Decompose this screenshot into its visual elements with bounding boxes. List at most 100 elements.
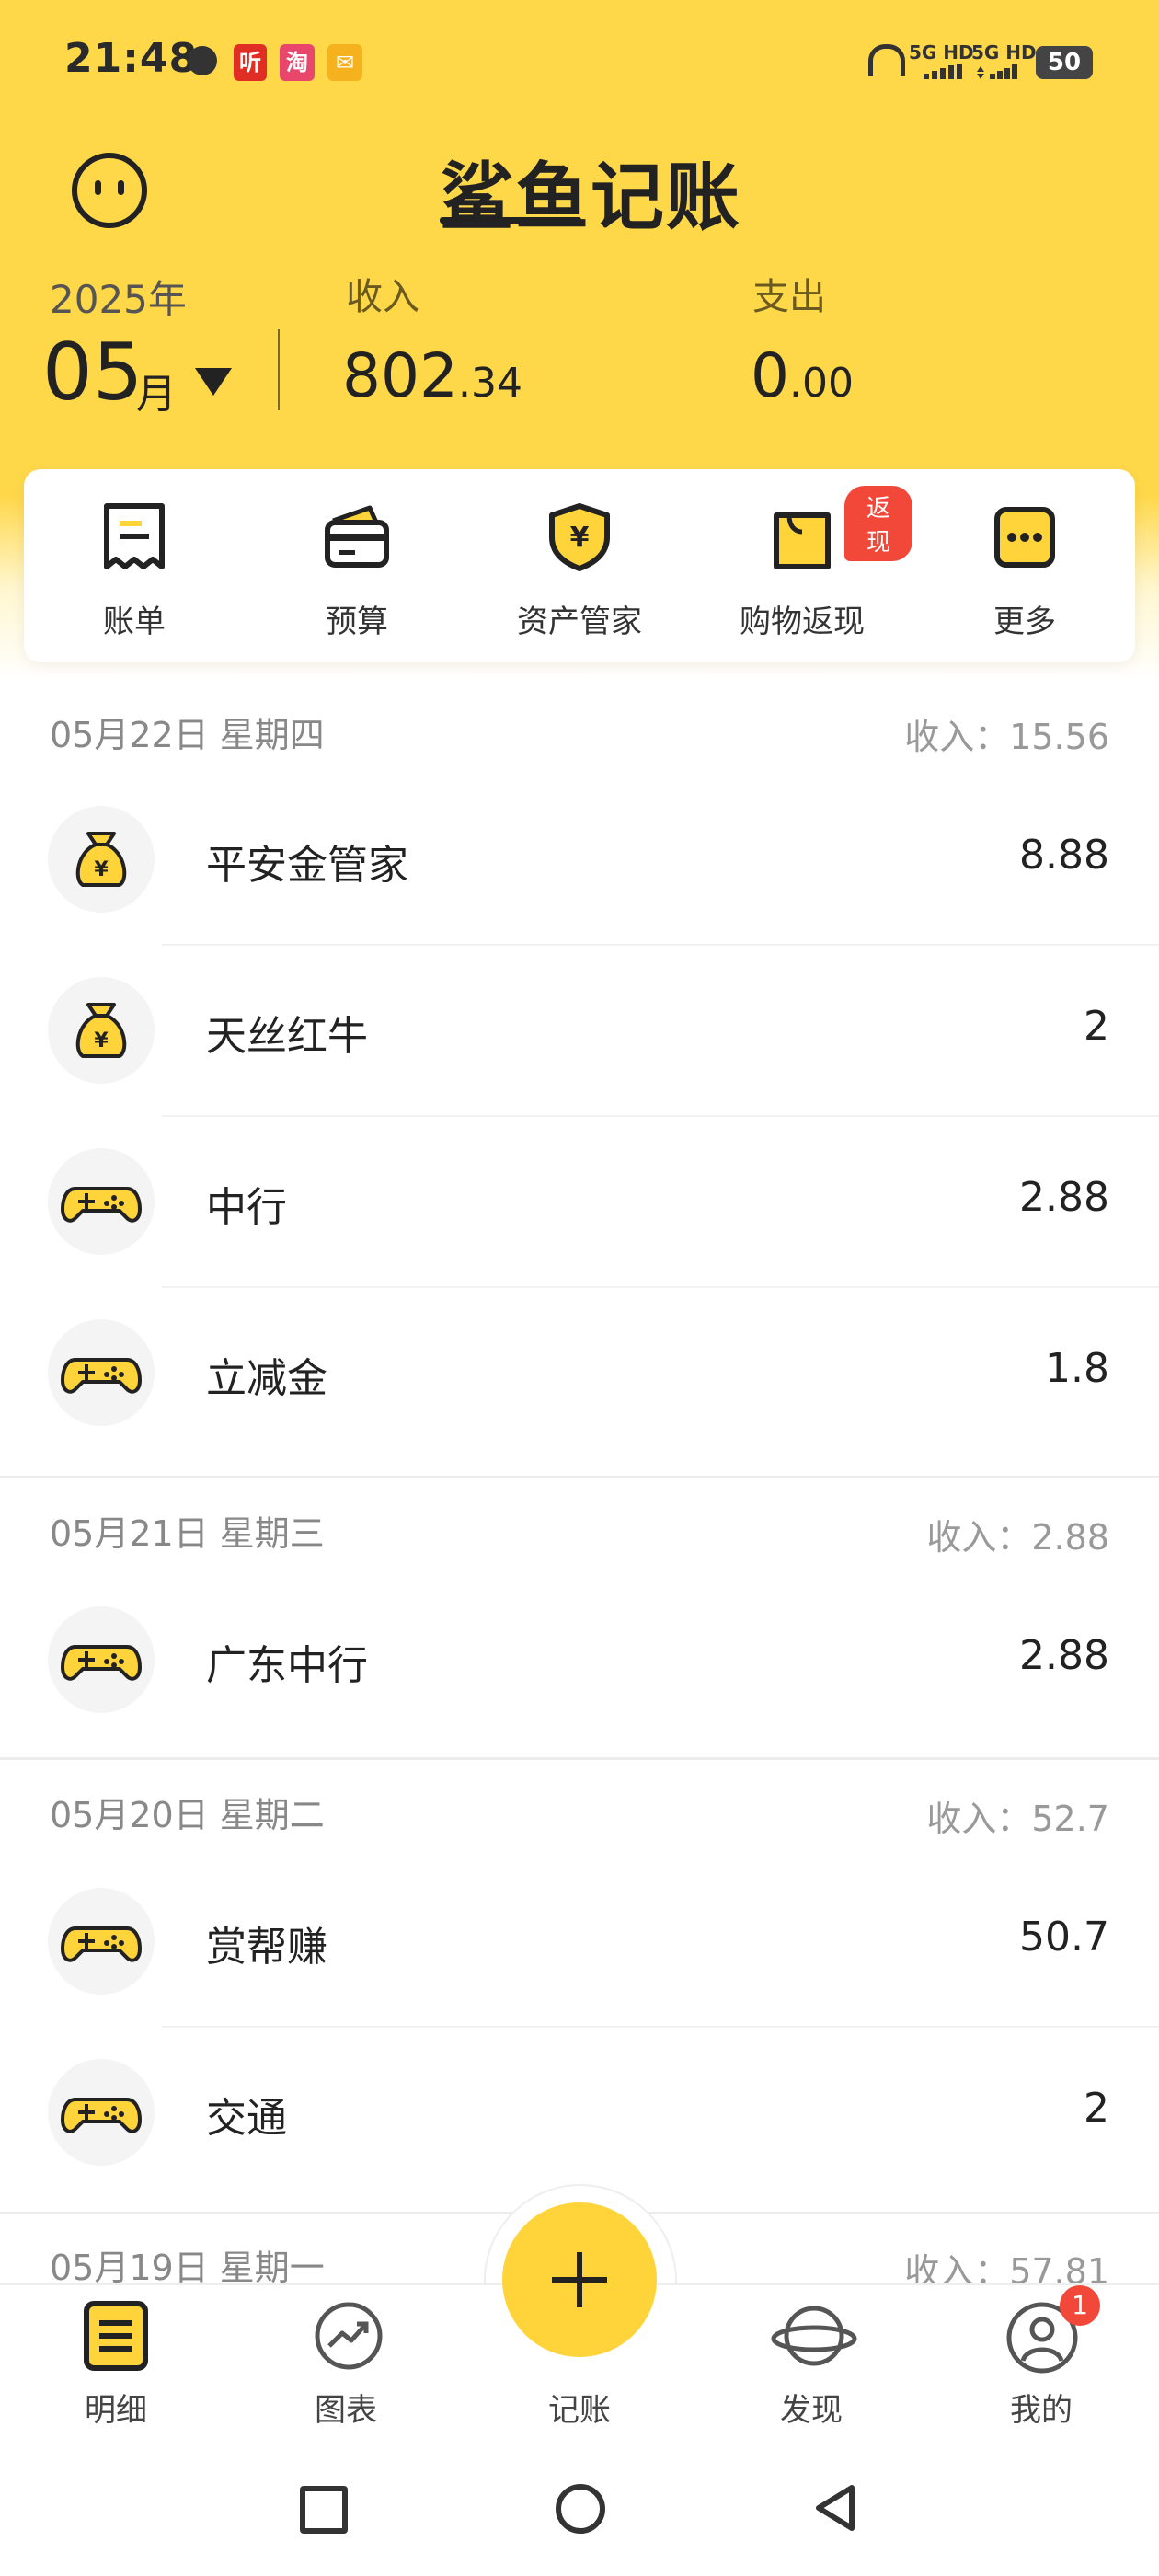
item-name: 交通 <box>206 2095 287 2142</box>
signal-icon-2 <box>975 64 1021 79</box>
nav-label: 图表 <box>315 2392 377 2429</box>
expense-dec: .00 <box>789 360 854 407</box>
chart-icon <box>315 2302 383 2370</box>
asset-shield-icon: ¥ <box>549 503 610 571</box>
cashback-badge: 返现 <box>844 486 912 561</box>
day-header-date: 05月20日 星期二 <box>50 1795 325 1835</box>
list-item[interactable]: 赏帮赚 50.7 <box>0 1857 1159 2028</box>
income-int: 802 <box>342 340 458 411</box>
planet-icon <box>771 2306 857 2366</box>
item-name: 赏帮赚 <box>206 1924 327 1971</box>
list-item[interactable]: ¥ 天丝红牛 2 <box>0 946 1159 1117</box>
ting-app-icon: 听 <box>234 44 267 81</box>
day-header-summary: 收入：52.7 <box>926 1799 1109 1839</box>
category-icon-wrap <box>48 1319 155 1426</box>
headphone-icon <box>868 44 905 76</box>
gamepad-icon <box>61 2098 142 2133</box>
group-divider <box>0 1476 1159 1478</box>
mascot-avatar-icon[interactable] <box>72 153 147 228</box>
nav-label: 记账 <box>548 2392 611 2429</box>
detail-list-icon <box>84 2301 148 2371</box>
back-icon[interactable] <box>811 2482 859 2534</box>
item-name: 广东中行 <box>206 1642 368 1689</box>
app-logo-title: 鲨鱼记账 <box>440 155 741 240</box>
menu-item-bill[interactable]: 账单 <box>24 469 245 662</box>
eye <box>118 180 124 195</box>
triangle-down-icon[interactable] <box>195 368 232 396</box>
home-icon[interactable] <box>556 2484 605 2534</box>
recent-apps-icon[interactable] <box>300 2486 348 2534</box>
logo-underline <box>440 217 581 224</box>
battery-indicator: 50 <box>1036 46 1093 79</box>
expense-label: 支出 <box>752 276 826 318</box>
day-header-date: 05月19日 星期一 <box>50 2248 325 2288</box>
income-dec: .34 <box>457 360 522 407</box>
item-amount: 50.7 <box>1019 1914 1109 1961</box>
globe-icon <box>188 46 217 75</box>
menu-label: 资产管家 <box>517 604 642 640</box>
item-amount: 8.88 <box>1019 832 1109 879</box>
menu-item-cashback[interactable]: 返现 购物返现 <box>692 469 912 662</box>
menu-item-more[interactable]: 更多 <box>914 469 1135 662</box>
expense-total: 0.00 <box>751 340 854 411</box>
list-item[interactable]: 中行 2.88 <box>0 1117 1159 1288</box>
day-header-date: 05月22日 星期四 <box>50 715 325 755</box>
taobao-app-icon: 淘 <box>280 44 315 81</box>
network-indicator-1: 5G HD <box>909 41 974 63</box>
month-unit[interactable]: 月 <box>136 361 177 420</box>
gamepad-icon <box>61 1358 142 1394</box>
list-item[interactable]: 立减金 1.8 <box>0 1288 1159 1459</box>
item-amount: 2.88 <box>1019 1632 1109 1679</box>
category-icon-wrap <box>48 2059 155 2166</box>
shopping-bag-icon <box>774 512 831 569</box>
category-icon-wrap <box>48 1606 155 1713</box>
item-amount: 2 <box>1084 1003 1109 1050</box>
menu-label: 预算 <box>326 604 388 640</box>
day-header-summary: 收入：15.56 <box>904 717 1109 757</box>
year-label[interactable]: 2025年 <box>50 269 187 325</box>
money-bag-icon: ¥ <box>75 1003 127 1058</box>
gamepad-icon <box>61 1187 142 1223</box>
svg-text:¥: ¥ <box>570 522 590 554</box>
header-divider <box>278 329 280 410</box>
mail-app-icon: ✉ <box>327 44 362 81</box>
system-nav-bar <box>0 2449 1159 2576</box>
nav-label: 明细 <box>85 2392 147 2429</box>
day-header-date: 05月21日 星期三 <box>50 1513 325 1554</box>
item-name: 天丝红牛 <box>206 1013 368 1060</box>
gamepad-icon <box>61 1926 142 1962</box>
quick-menu-card: 账单 预算 ¥ 资产管家 返现 购物返现 更多 <box>24 469 1135 662</box>
list-item[interactable]: 广东中行 2.88 <box>0 1575 1159 1746</box>
list-item[interactable]: ¥ 平安金管家 8.88 <box>0 775 1159 946</box>
svg-text:¥: ¥ <box>94 1029 109 1052</box>
item-name: 立减金 <box>206 1355 327 1402</box>
income-label: 收入 <box>346 276 419 318</box>
list-item[interactable]: 交通 2 <box>0 2028 1159 2199</box>
gamepad-icon <box>61 1645 142 1681</box>
menu-label: 账单 <box>103 604 166 640</box>
add-record-button[interactable] <box>502 2202 657 2357</box>
item-amount: 2.88 <box>1019 1174 1109 1221</box>
month-selector[interactable]: 05 <box>42 327 143 419</box>
income-total: 802.34 <box>342 340 522 411</box>
eye <box>95 180 101 195</box>
category-icon-wrap: ¥ <box>48 977 155 1084</box>
nav-label: 我的 <box>1010 2392 1073 2429</box>
network-indicator-2: 5G HD <box>971 41 1037 63</box>
notification-badge: 1 <box>1060 2285 1100 2326</box>
svg-text:¥: ¥ <box>94 858 109 881</box>
item-amount: 2 <box>1084 2085 1109 2132</box>
signal-icon <box>924 64 964 79</box>
wallet-icon <box>325 505 389 568</box>
item-name: 中行 <box>206 1184 287 1231</box>
day-header-summary: 收入：2.88 <box>926 1517 1109 1558</box>
menu-label: 购物返现 <box>740 604 865 640</box>
group-divider <box>0 1757 1159 1760</box>
menu-item-assets[interactable]: ¥ 资产管家 <box>469 469 690 662</box>
menu-label: 更多 <box>993 604 1056 640</box>
menu-item-budget[interactable]: 预算 <box>247 469 467 662</box>
status-time: 21:48 <box>64 35 199 82</box>
item-amount: 1.8 <box>1045 1345 1109 1392</box>
category-icon-wrap <box>48 1888 155 1995</box>
bill-icon <box>104 503 165 569</box>
